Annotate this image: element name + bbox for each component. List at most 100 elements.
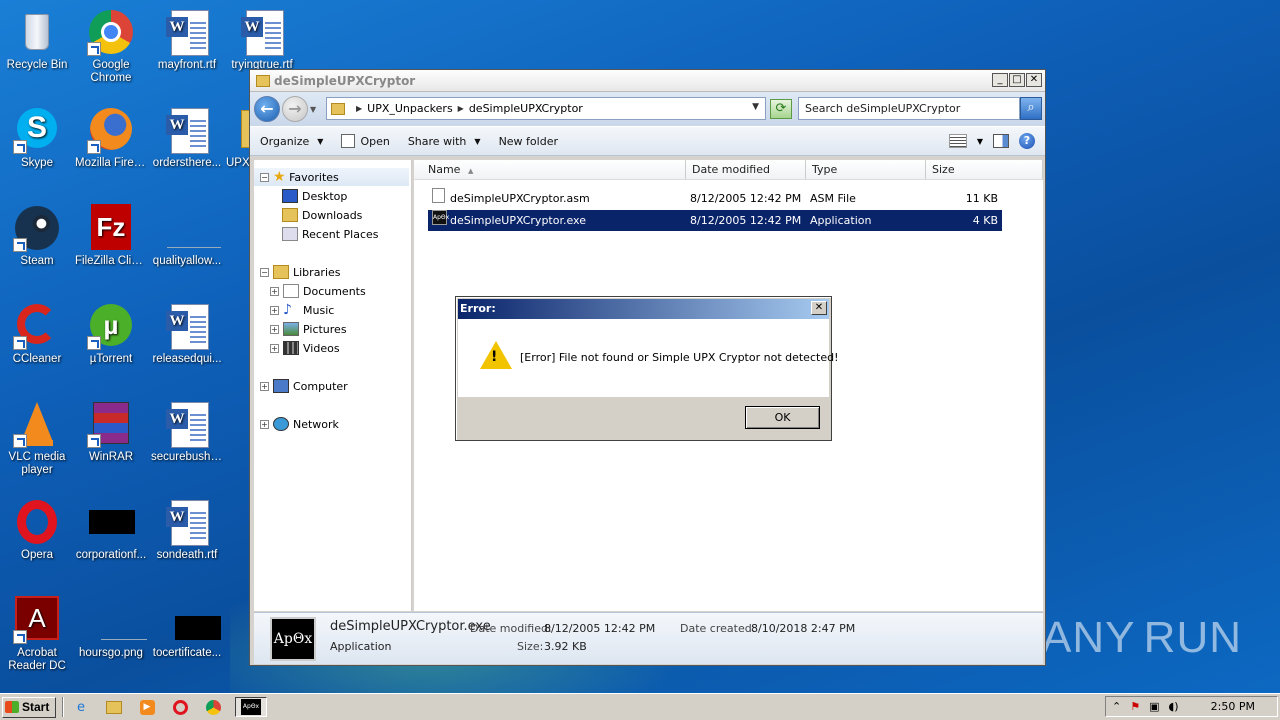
desktop-icon-chrome[interactable]: Google Chrome (74, 8, 148, 85)
collapse-icon[interactable]: − (260, 172, 269, 182)
desktop-icon-corporationf[interactable]: corporationf... (74, 498, 148, 562)
desktop-icon-sondeath[interactable]: W sondeath.rtf (150, 498, 224, 562)
window-titlebar[interactable]: deSimpleUPXCryptor (250, 70, 1045, 92)
help-icon[interactable]: ? (1019, 133, 1035, 149)
refresh-button[interactable]: ⟳ (770, 99, 792, 119)
breadcrumb-upx-unpackers[interactable]: UPX_Unpackers (367, 102, 453, 115)
start-button[interactable]: Start (2, 696, 56, 718)
expand-icon[interactable]: + (270, 324, 279, 334)
desktop-icon-winrar[interactable]: WinRAR (74, 400, 148, 464)
explorer-icon[interactable] (103, 697, 125, 717)
file-row-exe[interactable]: ApΘx deSimpleUPXCryptor.exe 8/12/2005 12… (428, 210, 1002, 231)
desktop-icon-filezilla[interactable]: Fz FileZilla Client (74, 204, 148, 268)
word-document-icon: W (163, 106, 211, 154)
folder-icon (225, 106, 249, 154)
column-header-type[interactable]: Type (806, 160, 926, 180)
search-input[interactable]: Search deSimpleUPXCryptor (798, 97, 1020, 120)
expand-icon[interactable]: + (270, 305, 279, 315)
clock[interactable]: 2:50 PM (1211, 700, 1255, 713)
desktop-icon-tryingtrue[interactable]: W tryingtrue.rtf (225, 8, 299, 72)
volume-icon[interactable]: ◖) (1169, 700, 1179, 713)
address-bar[interactable]: ▶ UPX_Unpackers ▶ deSimpleUPXCryptor ▼ (326, 97, 766, 120)
desktop-icon-opera[interactable]: Opera (0, 498, 74, 562)
desktop-icon-firefox[interactable]: Mozilla Firefox (74, 106, 148, 170)
open-button[interactable]: Open (341, 134, 390, 148)
column-header-date-modified[interactable]: Date modified (686, 160, 806, 180)
forward-button[interactable]: → (282, 96, 308, 122)
window-title: deSimpleUPXCryptor (274, 73, 416, 88)
search-icon[interactable]: ⌕ (1020, 97, 1042, 120)
details-date-created: 8/10/2018 2:47 PM (751, 622, 856, 635)
nav-documents[interactable]: + Documents (270, 282, 366, 300)
network-icon (273, 417, 289, 431)
file-row-asm[interactable]: deSimpleUPXCryptor.asm 8/12/2005 12:42 P… (428, 188, 1002, 209)
address-bar-row: ← → ▼ ▶ UPX_Unpackers ▶ deSimpleUPXCrypt… (250, 92, 1045, 126)
navigation-pane: − ★ Favorites Desktop Downloads Recent P… (254, 160, 412, 611)
minimize-button[interactable]: _ (992, 73, 1008, 87)
dialog-title[interactable]: Error: (458, 299, 829, 319)
collapse-icon[interactable]: − (260, 267, 269, 277)
warning-exclamation: ! (491, 349, 498, 365)
desktop-icon-vlc[interactable]: VLC media player (0, 400, 74, 477)
desktop-icon-recycle-bin[interactable]: Recycle Bin (0, 8, 74, 72)
nav-libraries[interactable]: − Libraries (260, 263, 341, 281)
desktop-icon-acrobat[interactable]: A Acrobat Reader DC (0, 596, 74, 673)
organize-button[interactable]: Organize ▼ (260, 135, 323, 148)
share-with-button[interactable]: Share with ▼ (408, 135, 481, 148)
breadcrumb-separator-icon[interactable]: ▶ (458, 104, 464, 113)
expand-icon[interactable]: + (260, 381, 269, 391)
column-header-size[interactable]: Size (926, 160, 1043, 180)
address-dropdown-icon[interactable]: ▼ (752, 102, 759, 112)
expand-icon[interactable]: + (270, 286, 279, 296)
ie-icon[interactable]: e (70, 697, 92, 717)
show-hidden-icons-icon[interactable]: ⌃ (1112, 700, 1121, 713)
action-center-icon[interactable]: ⚑ (1130, 700, 1140, 713)
maximize-button[interactable]: □ (1009, 73, 1025, 87)
view-dropdown-icon[interactable]: ▼ (977, 137, 983, 146)
desktop-icon-utorrent[interactable]: µ µTorrent (74, 302, 148, 366)
new-folder-button[interactable]: New folder (499, 135, 558, 148)
breadcrumb-current[interactable]: deSimpleUPXCryptor (469, 102, 583, 115)
desktop-icon-qualityallow[interactable]: qualityallow... (150, 204, 224, 268)
error-dialog[interactable]: Error: ✕ ! [Error] File not found or Sim… (455, 296, 838, 441)
nav-music[interactable]: + ♪ Music (270, 301, 334, 319)
close-button[interactable]: ✕ (1026, 73, 1042, 87)
details-size: 3.92 KB (544, 640, 587, 653)
expand-icon[interactable]: + (260, 419, 269, 429)
nav-favorites[interactable]: − ★ Favorites (254, 168, 409, 186)
desimpleupxcryptor-task[interactable]: ApΘx (235, 697, 267, 717)
desktop-icon-ccleaner[interactable]: CCleaner (0, 302, 74, 366)
preview-pane-icon[interactable] (993, 134, 1009, 148)
desktop-icon-upx-folder[interactable]: UPX_ (225, 106, 249, 170)
nav-desktop[interactable]: Desktop (282, 187, 347, 205)
folder-icon (256, 74, 270, 87)
recent-pages-dropdown[interactable]: ▼ (310, 105, 320, 114)
chrome-taskbar-icon[interactable] (202, 697, 224, 717)
opera-taskbar-icon[interactable] (169, 697, 191, 717)
desktop-icon-steam[interactable]: Steam (0, 204, 74, 268)
desktop-icon-securebush[interactable]: W securebush.rtf (150, 400, 224, 464)
dialog-close-button[interactable]: ✕ (811, 301, 827, 315)
nav-pictures[interactable]: + Pictures (270, 320, 347, 338)
nav-downloads[interactable]: Downloads (282, 206, 362, 224)
nav-network[interactable]: + Network (260, 415, 339, 433)
desktop-icon-skype[interactable]: S Skype (0, 106, 74, 170)
back-button[interactable]: ← (254, 96, 280, 122)
ok-button[interactable]: OK (745, 406, 820, 429)
expand-icon[interactable]: + (270, 343, 279, 353)
desktop-icon-releasedqui[interactable]: W releasedqui... (150, 302, 224, 366)
nav-videos[interactable]: + Videos (270, 339, 340, 357)
change-view-icon[interactable] (948, 134, 967, 148)
desktop-icon-mayfront[interactable]: W mayfront.rtf (150, 8, 224, 72)
nav-computer[interactable]: + Computer (260, 377, 348, 395)
ccleaner-icon (13, 302, 61, 350)
network-tray-icon[interactable]: ▣ (1149, 700, 1159, 713)
recycle-bin-icon (13, 8, 61, 56)
desktop-icon-ordersthere[interactable]: W ordersthere... (150, 106, 224, 170)
desktop-icon-hoursgo[interactable]: hoursgo.png (74, 596, 148, 660)
column-header-name[interactable]: Name ▲ (414, 160, 686, 180)
breadcrumb-separator-icon[interactable]: ▶ (356, 104, 362, 113)
desktop-icon-tocertificate[interactable]: tocertificate... (150, 596, 224, 660)
nav-recent-places[interactable]: Recent Places (282, 225, 379, 243)
media-player-icon[interactable]: ▶ (136, 697, 158, 717)
